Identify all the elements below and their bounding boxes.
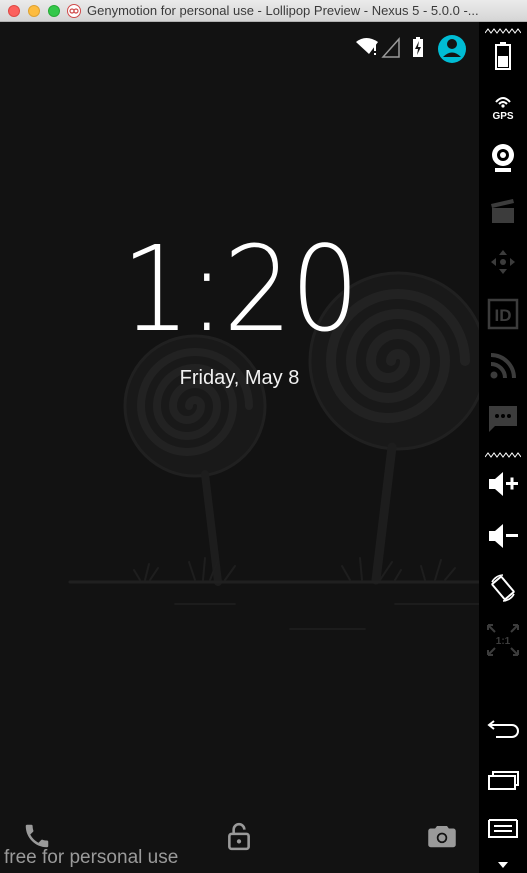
volume-down-icon: [489, 524, 518, 548]
wifi-alert-icon: [356, 38, 378, 55]
volume-up[interactable]: [479, 464, 527, 504]
pixel-perfect[interactable]: 1:1: [479, 620, 527, 660]
device-id-widget[interactable]: ID: [479, 294, 527, 334]
rotate-icon: [491, 574, 515, 602]
window-minimize-button[interactable]: [28, 5, 40, 17]
scale-icon: 1:1: [487, 624, 519, 656]
sms-widget[interactable]: [479, 398, 527, 438]
clapperboard-icon: [491, 199, 514, 223]
battery-icon: [495, 42, 511, 70]
toolbar-divider: [485, 452, 521, 458]
sms-icon: [489, 406, 517, 432]
remote-control-widget[interactable]: [479, 242, 527, 282]
recent-apps[interactable]: [479, 760, 527, 800]
rss-icon: [490, 353, 516, 379]
gps-icon: GPS: [492, 97, 514, 121]
svg-text:GPS: GPS: [492, 111, 513, 121]
svg-text:1:1: 1:1: [496, 636, 511, 647]
webcam-widget[interactable]: [479, 138, 527, 178]
menu[interactable]: [479, 812, 527, 852]
lock-icon[interactable]: [226, 821, 252, 851]
gps-widget[interactable]: GPS: [479, 86, 527, 126]
webcam-icon: [492, 144, 514, 172]
lockscreen-clock: 1:20: [121, 220, 359, 358]
scroll-down-arrow-icon[interactable]: [498, 862, 508, 870]
personal-use-watermark: free for personal use: [4, 847, 179, 868]
lollipop-wallpaper: [68, 271, 479, 630]
recent-apps-icon: [488, 771, 519, 790]
camera-icon[interactable]: [427, 822, 457, 850]
battery-widget[interactable]: [479, 36, 527, 76]
volume-up-icon: [489, 472, 518, 496]
dpad-icon: [491, 250, 515, 274]
battery-charging-icon: [413, 37, 423, 57]
back[interactable]: [479, 708, 527, 748]
back-icon: [487, 720, 519, 738]
capture-widget[interactable]: [479, 190, 527, 230]
genymotion-toolbar: GPS ID 1:1: [479, 22, 527, 873]
rotate[interactable]: [479, 568, 527, 608]
menu-icon: [488, 819, 518, 838]
genymotion-app-icon: [67, 4, 81, 18]
status-bar: [356, 35, 466, 63]
lockscreen-date: Friday, May 8: [179, 367, 300, 389]
window-title: Genymotion for personal use - Lollipop P…: [87, 3, 479, 18]
window-close-button[interactable]: [8, 5, 20, 17]
svg-text:ID: ID: [495, 306, 512, 325]
window-titlebar: Genymotion for personal use - Lollipop P…: [0, 0, 527, 22]
user-avatar-icon[interactable]: [438, 35, 466, 63]
id-icon: ID: [487, 298, 519, 330]
toolbar-divider: [485, 28, 521, 34]
network-widget[interactable]: [479, 346, 527, 386]
volume-down[interactable]: [479, 516, 527, 556]
window-maximize-button[interactable]: [48, 5, 60, 17]
signal-icon: [381, 37, 400, 58]
android-lockscreen[interactable]: 1:20 Friday, May 8 free for personal use: [0, 22, 479, 873]
